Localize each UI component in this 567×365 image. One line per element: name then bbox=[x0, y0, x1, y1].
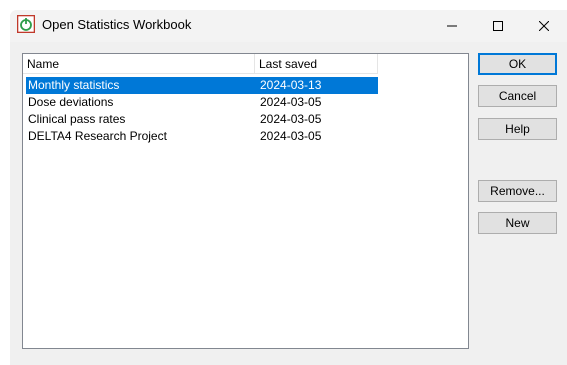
item-name: Dose deviations bbox=[28, 95, 114, 109]
column-header-name[interactable]: Name bbox=[23, 54, 255, 74]
help-button[interactable]: Help bbox=[478, 118, 557, 140]
maximize-icon bbox=[493, 21, 503, 31]
list-item[interactable]: Dose deviations 2024-03-05 bbox=[26, 94, 378, 111]
list-rows: Monthly statistics 2024-03-13 Dose devia… bbox=[26, 77, 378, 145]
list-item[interactable]: Monthly statistics 2024-03-13 bbox=[26, 77, 378, 94]
minimize-icon bbox=[447, 21, 457, 31]
item-last-saved: 2024-03-13 bbox=[260, 78, 322, 92]
remove-button[interactable]: Remove... bbox=[478, 180, 557, 202]
list-item[interactable]: Clinical pass rates 2024-03-05 bbox=[26, 111, 378, 128]
item-last-saved: 2024-03-05 bbox=[260, 112, 322, 126]
item-name: Monthly statistics bbox=[28, 78, 120, 92]
new-button[interactable]: New bbox=[478, 212, 557, 234]
workbook-list[interactable]: Name Last saved Monthly statistics 2024-… bbox=[22, 53, 469, 349]
item-name: DELTA4 Research Project bbox=[28, 129, 167, 143]
window-title: Open Statistics Workbook bbox=[42, 17, 192, 32]
title-bar[interactable]: Open Statistics Workbook bbox=[10, 10, 567, 42]
cancel-button[interactable]: Cancel bbox=[478, 85, 557, 107]
minimize-button[interactable] bbox=[429, 10, 475, 42]
ok-button[interactable]: OK bbox=[478, 53, 557, 75]
list-item[interactable]: DELTA4 Research Project 2024-03-05 bbox=[26, 128, 378, 145]
close-icon bbox=[539, 21, 549, 31]
list-header: Name Last saved bbox=[23, 54, 378, 74]
dialog-window: Open Statistics Workbook Name Last saved… bbox=[10, 10, 567, 365]
maximize-button[interactable] bbox=[475, 10, 521, 42]
item-last-saved: 2024-03-05 bbox=[260, 129, 322, 143]
close-button[interactable] bbox=[521, 10, 567, 42]
item-last-saved: 2024-03-05 bbox=[260, 95, 322, 109]
column-header-last-saved[interactable]: Last saved bbox=[255, 54, 378, 74]
app-logo-icon bbox=[16, 14, 36, 34]
item-name: Clinical pass rates bbox=[28, 112, 126, 126]
